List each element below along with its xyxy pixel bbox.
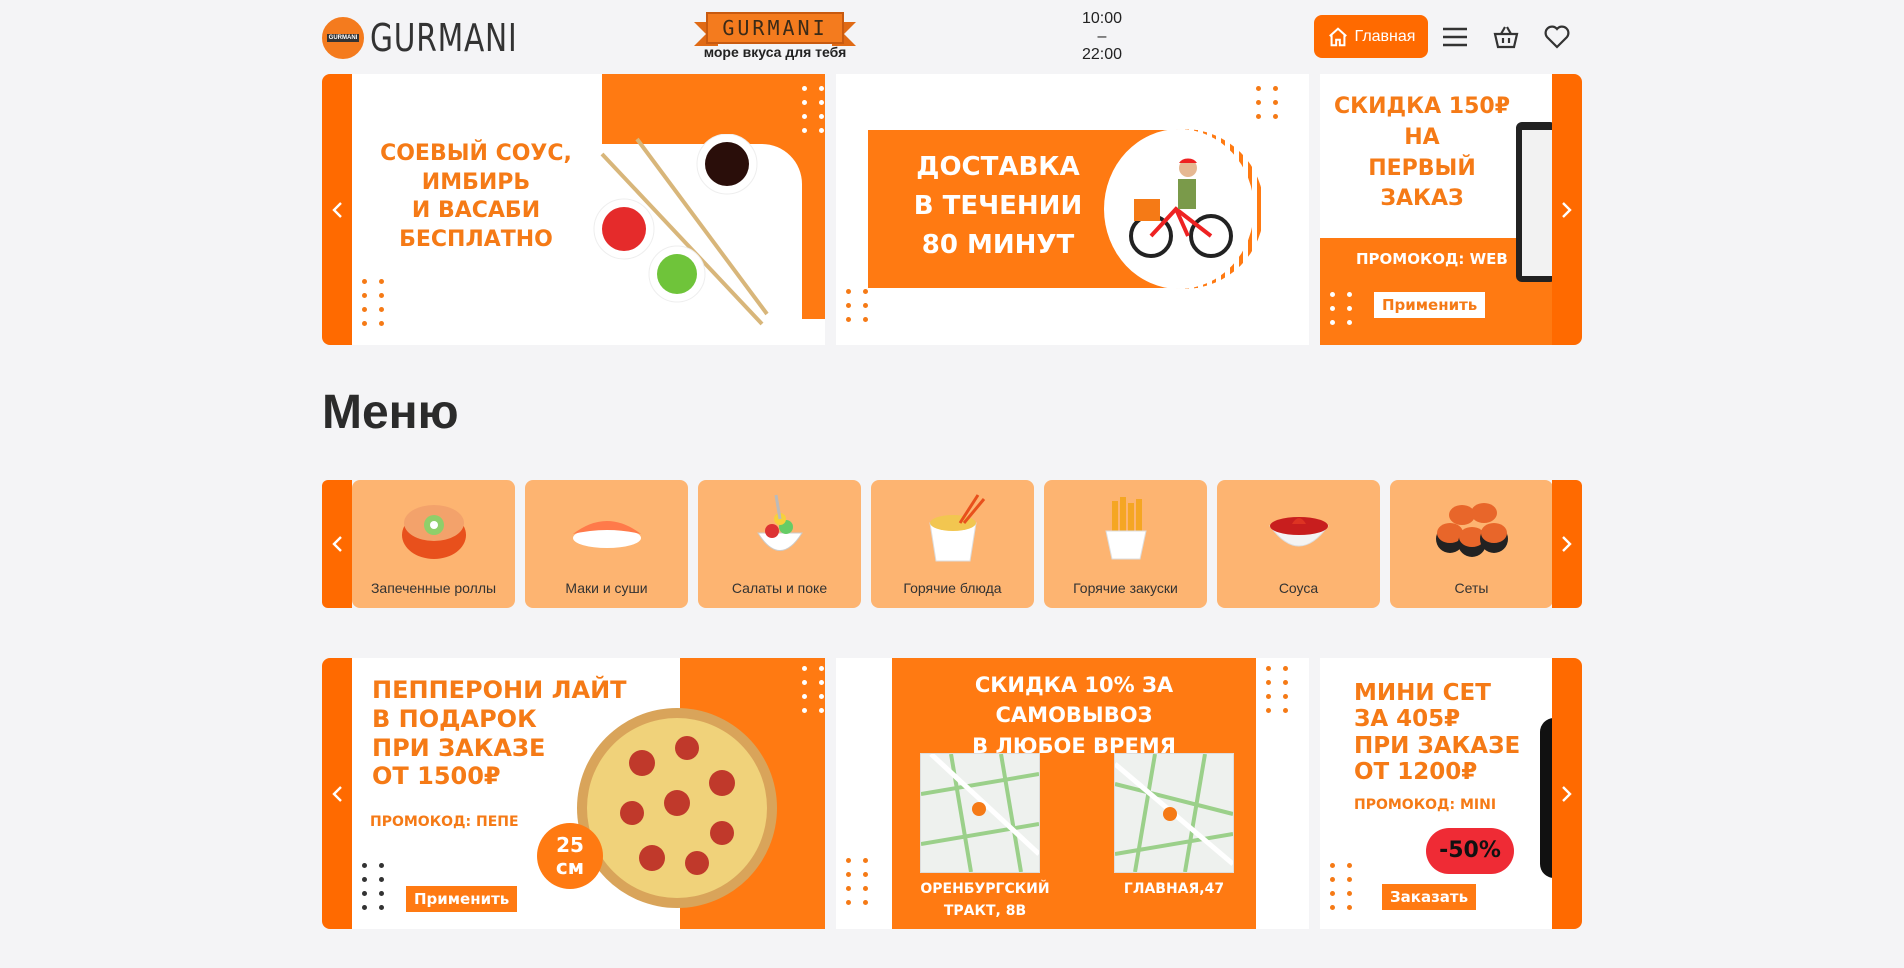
fries-icon xyxy=(1086,492,1166,564)
menu-button[interactable] xyxy=(1440,22,1470,52)
map-thumbnail-2[interactable] xyxy=(1113,753,1235,873)
pickup-address-2: Главная,47 xyxy=(1123,881,1225,897)
chevron-right-icon xyxy=(1562,785,1572,802)
logo-emblem: GURMANI xyxy=(322,17,364,59)
banner-2-text: Доставка в течении 80 минут xyxy=(913,152,1083,260)
roll-set-icon xyxy=(1432,492,1512,564)
sushi-icon xyxy=(567,492,647,564)
slider-prev-button[interactable] xyxy=(322,658,352,929)
chevron-left-icon xyxy=(332,201,342,218)
noodle-box-icon xyxy=(913,492,993,564)
apply-button[interactable]: Применить xyxy=(1374,292,1486,318)
category-salads[interactable]: Салаты и поке xyxy=(698,480,861,608)
sauce-bowl-icon xyxy=(1259,492,1339,564)
category-next-button[interactable] xyxy=(1552,480,1582,608)
pickup-address-1: Оренбургский тракт, 8В xyxy=(920,881,1050,920)
promo-code-mini: Промокод: MINI xyxy=(1354,797,1497,813)
slider-next-button[interactable] xyxy=(1552,74,1582,345)
hours-close: 22:00 xyxy=(1081,46,1123,63)
chevron-left-icon xyxy=(332,785,342,802)
banner-3-text: Скидка 150₽ на первый заказ xyxy=(1333,94,1511,212)
category-label: Маки и суши xyxy=(565,580,648,596)
home-button[interactable]: Главная xyxy=(1314,15,1428,58)
promo-banner-first-order[interactable]: Скидка 150₽ на первый заказ Промокод: WEB П… xyxy=(1320,74,1552,345)
logo-text: GURMANI xyxy=(370,16,518,60)
courier-bicycle-image xyxy=(1129,158,1233,258)
size-badge: 25 см xyxy=(537,823,603,889)
category-label: Соуса xyxy=(1278,580,1319,596)
basket-icon xyxy=(1493,26,1519,49)
hamburger-icon xyxy=(1443,27,1467,47)
chevron-right-icon xyxy=(1562,536,1572,552)
category-slider: Запеченные роллы Маки и суши Салаты и по… xyxy=(322,480,1582,608)
category-label: Сеты xyxy=(1454,580,1489,596)
category-prev-button[interactable] xyxy=(322,480,352,608)
category-sets[interactable]: Сеты xyxy=(1390,480,1553,608)
category-label: Салаты и поке xyxy=(731,580,828,596)
brand-logo[interactable]: GURMANI GURMANI xyxy=(322,16,559,60)
banner-mini-text: Мини сет за 405₽ при заказе от 1200₽ xyxy=(1354,680,1521,786)
site-header: GURMANI GURMANI GURMANI море вкуса для т… xyxy=(322,10,1582,65)
cart-button[interactable] xyxy=(1491,22,1521,52)
slider-prev-button[interactable] xyxy=(322,74,352,345)
ribbon-logo: GURMANI xyxy=(694,12,856,46)
hours-open: 10:00 xyxy=(1081,10,1123,27)
map-thumbnail-1[interactable] xyxy=(920,752,1041,873)
hours-separator: – xyxy=(1097,28,1107,45)
category-label: Запеченные роллы xyxy=(370,580,497,596)
discount-badge: -50% xyxy=(1426,828,1514,874)
category-hot-snacks[interactable]: Горячие закуски xyxy=(1044,480,1207,608)
category-maki-sushi[interactable]: Маки и суши xyxy=(525,480,688,608)
logo-badge-text: GURMANI xyxy=(326,34,360,42)
opening-hours: 10:00 – 22:00 xyxy=(1052,10,1152,64)
promo-banner-pickup[interactable]: Скидка 10% за самовывоз в любое время Оре… xyxy=(836,658,1309,929)
order-button[interactable]: Заказать xyxy=(1382,884,1477,910)
category-sauces[interactable]: Соуса xyxy=(1217,480,1380,608)
category-baked-rolls[interactable]: Запеченные роллы xyxy=(352,480,515,608)
tagline: море вкуса для тебя xyxy=(703,44,847,60)
promo-banner-pepperoni[interactable]: Пепперони лайт в подарок при заказе от 1500… xyxy=(352,658,825,929)
heart-icon xyxy=(1544,25,1570,49)
home-label: Главная xyxy=(1354,27,1416,45)
chevron-right-icon xyxy=(1562,201,1572,218)
category-hot-dishes[interactable]: Горячие блюда xyxy=(871,480,1034,608)
banner-pickup-text: Скидка 10% за самовывоз в любое время xyxy=(972,673,1176,758)
promo-code-pepe: Промокод: ПЕПЕ xyxy=(370,814,519,830)
banner-1-text: Соевый соус, имбирь и васаби бесплатно xyxy=(380,141,572,252)
slider-next-button[interactable] xyxy=(1552,658,1582,929)
promo-code-web: Промокод: WEB xyxy=(1356,250,1508,268)
decor-dots xyxy=(362,279,384,326)
promo-slider-top: Соевый соус, имбирь и васаби бесплатно Дост… xyxy=(322,74,1582,345)
center-brand: GURMANI море вкуса для тебя xyxy=(694,12,856,60)
promo-banner-free-sauce[interactable]: Соевый соус, имбирь и васаби бесплатно xyxy=(352,74,825,345)
category-label: Горячие закуски xyxy=(1073,580,1178,596)
promo-banner-delivery[interactable]: Доставка в течении 80 минут xyxy=(836,74,1309,345)
baked-roll-icon xyxy=(394,492,474,564)
sushi-condiments-image xyxy=(593,134,769,326)
apply-button[interactable]: Применить xyxy=(406,886,518,912)
favorites-button[interactable] xyxy=(1542,22,1572,52)
salad-icon xyxy=(740,492,820,564)
promo-slider-bottom: Пепперони лайт в подарок при заказе от 1500… xyxy=(322,658,1582,929)
decor-dots xyxy=(802,86,824,133)
promo-banner-mini-set[interactable]: Мини сет за 405₽ при заказе от 1200₽ Промок… xyxy=(1320,658,1552,929)
home-icon xyxy=(1328,26,1347,46)
chevron-left-icon xyxy=(332,536,342,552)
menu-title: Меню xyxy=(322,386,459,439)
category-label: Горячие блюда xyxy=(903,580,1002,596)
pizza-image xyxy=(577,708,777,908)
